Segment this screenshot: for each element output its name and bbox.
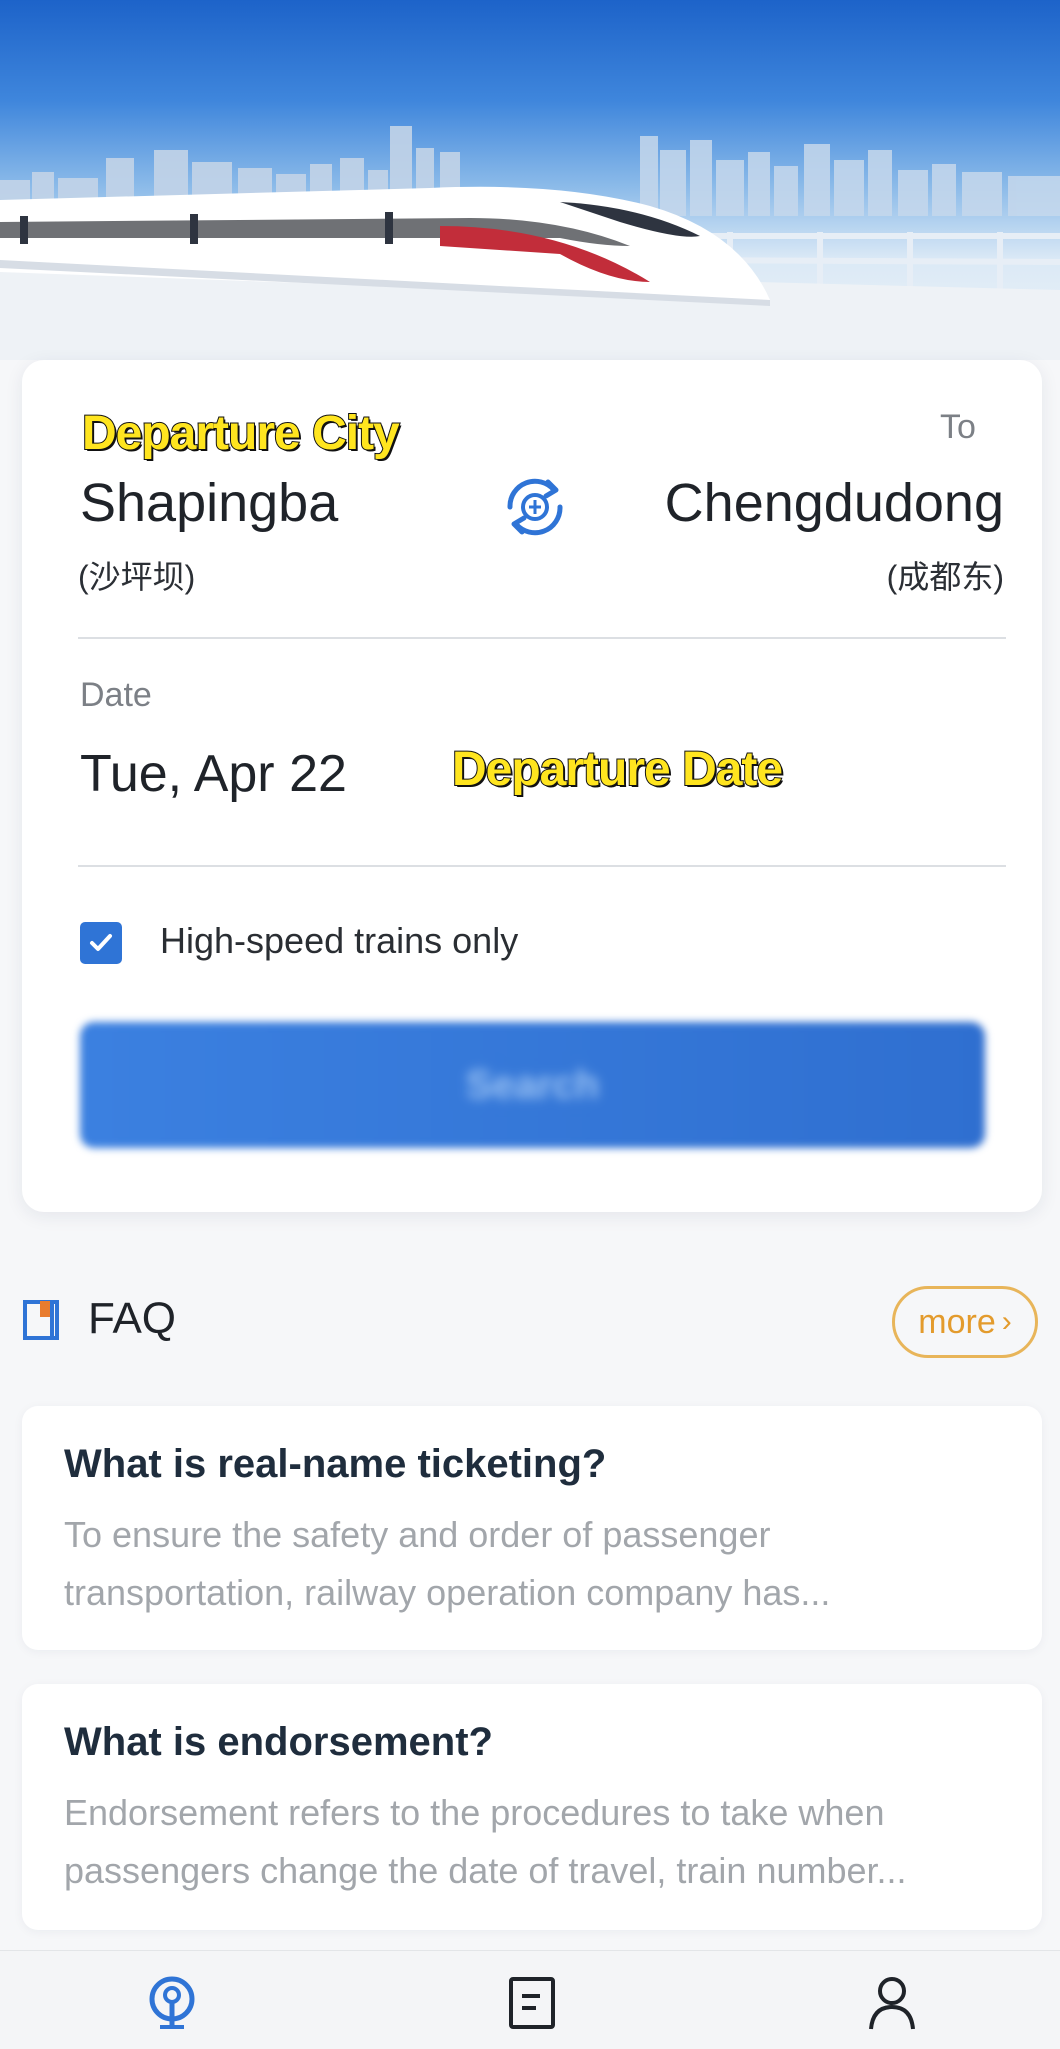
faq-item[interactable]: What is endorsement? Endorsement refers … bbox=[22, 1684, 1042, 1930]
train-skyline-illustration bbox=[0, 126, 1060, 360]
faq-header: FAQ bbox=[22, 1290, 1042, 1350]
faq-answer-line: To ensure the safety and order of passen… bbox=[64, 1514, 771, 1555]
nav-profile-tab[interactable] bbox=[862, 1973, 922, 2033]
faq-title: FAQ bbox=[88, 1294, 177, 1343]
faq-answer-line: passengers change the date of travel, tr… bbox=[64, 1850, 907, 1891]
nav-orders-tab[interactable] bbox=[502, 1973, 562, 2033]
hero-banner bbox=[0, 0, 1060, 360]
faq-book-icon bbox=[23, 1300, 59, 1340]
orders-icon bbox=[509, 1977, 555, 2029]
faq-question: What is endorsement? bbox=[64, 1720, 493, 1764]
faq-answer-line: Endorsement refers to the procedures to … bbox=[64, 1792, 885, 1833]
faq-answer-line: transportation, railway operation compan… bbox=[64, 1572, 831, 1613]
faq-question: What is real-name ticketing? bbox=[64, 1442, 607, 1486]
divider bbox=[78, 865, 1006, 867]
to-label: To bbox=[940, 408, 976, 446]
train-logo-icon bbox=[149, 1976, 195, 2029]
search-button-label: Search bbox=[465, 1062, 600, 1107]
faq-more-button[interactable]: more › bbox=[892, 1286, 1038, 1358]
nav-home-tab[interactable] bbox=[142, 1973, 202, 2033]
profile-icon bbox=[869, 1977, 915, 2030]
search-button[interactable]: Search bbox=[80, 1022, 985, 1148]
departure-city[interactable]: Shapingba bbox=[80, 472, 338, 534]
high-speed-checkbox[interactable] bbox=[80, 922, 122, 964]
check-icon bbox=[90, 934, 112, 951]
date-label: Date bbox=[80, 676, 152, 714]
bottom-navigation bbox=[0, 1950, 1060, 2049]
divider bbox=[78, 637, 1006, 639]
high-speed-label[interactable]: High-speed trains only bbox=[160, 920, 518, 962]
departure-date[interactable]: Tue, Apr 22 bbox=[80, 744, 347, 804]
faq-item[interactable]: What is real-name ticketing? To ensure t… bbox=[22, 1406, 1042, 1650]
swap-icon bbox=[507, 478, 563, 536]
departure-date-annotation: Departure Date bbox=[451, 742, 784, 797]
chevron-right-icon: › bbox=[1001, 1305, 1012, 1338]
swap-cities-button[interactable] bbox=[498, 470, 572, 544]
arrival-city-chinese: (成都东) bbox=[886, 559, 1004, 595]
more-label: more bbox=[918, 1302, 996, 1341]
departure-city-chinese: (沙坪坝) bbox=[78, 559, 196, 595]
departure-city-annotation: Departure City bbox=[81, 406, 401, 461]
arrival-city[interactable]: Chengdudong bbox=[665, 472, 1004, 534]
